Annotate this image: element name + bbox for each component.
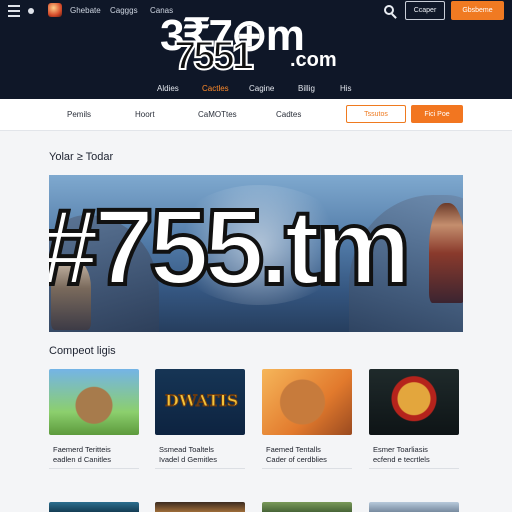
game-card-1-line2: eadlen d Canitles <box>53 455 111 464</box>
brand-logo-suffix: .com <box>290 49 337 71</box>
site-header: Ghebate Cagggs Canas Ccaper Gbsbeme 3₹7⊕… <box>0 0 512 99</box>
signup-button[interactable]: Gbsbeme <box>451 1 504 20</box>
sub-nav: Pemils Hoort CaMOTtes Cadtes Tssutos Fic… <box>0 99 512 131</box>
brand-logo[interactable]: 3₹7⊕m 7551 .com <box>160 14 360 78</box>
games-section-title: Compeot ligis <box>49 345 116 357</box>
game-card-2-line1: Ssmead Toaltels <box>159 445 214 454</box>
card-divider <box>262 468 352 469</box>
game-card-3-line2: Cader of cerdblies <box>266 455 327 464</box>
game-card-1-text: Faemerd Teritteis eadlen d Canitles <box>53 445 139 465</box>
subnav-link-1[interactable]: Pemils <box>67 110 91 119</box>
nav-item-5[interactable]: His <box>340 84 352 93</box>
page: Ghebate Cagggs Canas Ccaper Gbsbeme 3₹7⊕… <box>0 0 512 512</box>
game-card-3-line1: Faemed Tentalls <box>266 445 321 454</box>
login-button[interactable]: Ccaper <box>405 1 445 20</box>
game-card-1-line1: Faemerd Teritteis <box>53 445 111 454</box>
subnav-link-4[interactable]: Cadtes <box>276 110 301 119</box>
hamburger-menu-icon[interactable] <box>8 5 20 17</box>
subnav-fill-button[interactable]: Fici Poe <box>411 105 463 123</box>
brand-logo-number: 7551 <box>173 34 255 78</box>
game-card-5-thumbnail[interactable] <box>49 502 139 512</box>
game-card-1-thumbnail[interactable] <box>49 369 139 435</box>
nav-item-4[interactable]: Billig <box>298 84 315 93</box>
notification-dot-icon[interactable] <box>28 8 34 14</box>
subnav-outline-button[interactable]: Tssutos <box>346 105 406 123</box>
subnav-link-3[interactable]: CaMOTtes <box>198 110 237 119</box>
top-link-2[interactable]: Cagggs <box>110 6 138 15</box>
nav-item-3[interactable]: Cagine <box>249 84 274 93</box>
game-card-4-line1: Esmer Toarliasis <box>373 445 428 454</box>
main-nav: Aldies Cactles Cagine Billig His <box>0 82 512 96</box>
hero-banner[interactable]: #755.tm <box>49 175 463 332</box>
game-card-4-line2: ecfend e tecrtlels <box>373 455 430 464</box>
search-icon[interactable] <box>384 5 394 15</box>
game-card-2-text: Ssmead Toaltels Ivadel d Gemitles <box>159 445 245 465</box>
game-card-3-text: Faemed Tentalls Cader of cerdblies <box>266 445 352 465</box>
card-divider <box>49 468 139 469</box>
game-card-2-line2: Ivadel d Gemitles <box>159 455 217 464</box>
game-card-8-thumbnail[interactable] <box>369 502 459 512</box>
game-card-2-art-text: DWATIS <box>164 391 239 411</box>
game-card-4-text: Esmer Toarliasis ecfend e tecrtlels <box>373 445 459 465</box>
game-card-6-thumbnail[interactable] <box>155 502 245 512</box>
hero-banner-text: #755.tm <box>49 186 413 307</box>
nav-item-1[interactable]: Aldies <box>157 84 179 93</box>
hero-character-right <box>429 203 463 303</box>
card-divider <box>369 468 459 469</box>
nav-item-2[interactable]: Cactles <box>202 84 229 93</box>
game-card-4-thumbnail[interactable] <box>369 369 459 435</box>
game-card-7-thumbnail[interactable] <box>262 502 352 512</box>
card-divider <box>155 468 245 469</box>
game-card-3-thumbnail[interactable] <box>262 369 352 435</box>
top-link-1[interactable]: Ghebate <box>70 6 101 15</box>
subnav-link-2[interactable]: Hoort <box>135 110 155 119</box>
app-logo-icon[interactable] <box>48 3 62 17</box>
game-card-2-thumbnail[interactable]: DWATIS <box>155 369 245 435</box>
hero-section-title: Yolar ≥ Todar <box>49 151 114 163</box>
